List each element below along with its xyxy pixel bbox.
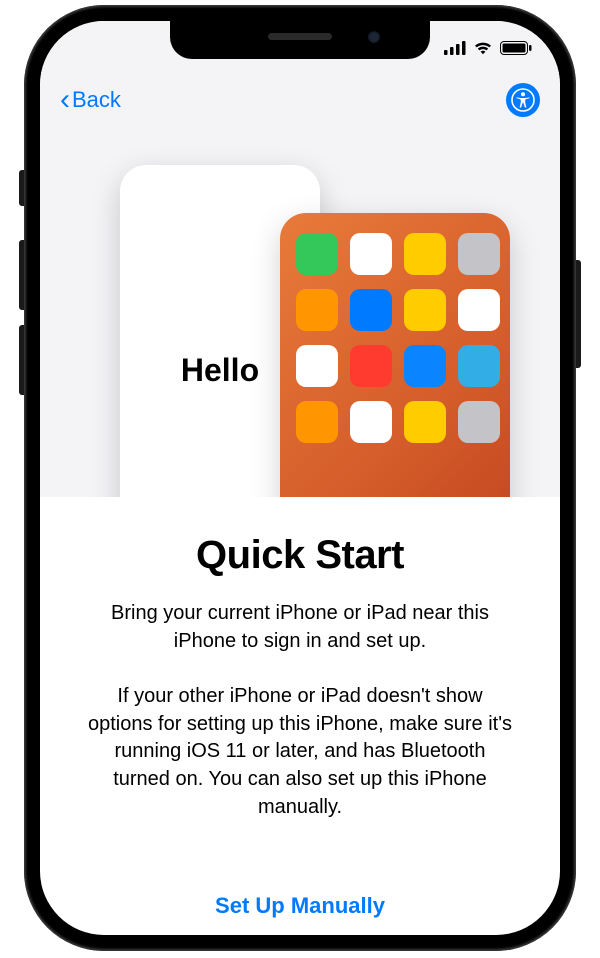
volume-up-button	[19, 240, 24, 310]
app-icon	[458, 289, 500, 331]
app-icon	[404, 401, 446, 443]
app-icon	[296, 289, 338, 331]
accessibility-icon	[511, 88, 535, 112]
back-label: Back	[72, 87, 121, 113]
side-button	[576, 260, 581, 368]
screen: ‹ Back Hello Quick Start Bring y	[40, 21, 560, 935]
earpiece-speaker	[268, 33, 332, 40]
battery-icon	[500, 41, 532, 55]
nav-bar: ‹ Back	[40, 75, 560, 125]
old-phone-illustration	[280, 213, 510, 497]
paragraph-1: Bring your current iPhone or iPad near t…	[84, 600, 516, 655]
content-area: Quick Start Bring your current iPhone or…	[40, 497, 560, 821]
app-icon	[350, 401, 392, 443]
app-icon	[296, 233, 338, 275]
app-icon	[404, 233, 446, 275]
silence-switch	[19, 170, 24, 206]
hero-illustration: Hello	[40, 125, 560, 497]
page-title: Quick Start	[84, 533, 516, 578]
app-icon-grid	[296, 233, 494, 443]
app-icon	[458, 401, 500, 443]
app-icon	[350, 233, 392, 275]
app-icon	[350, 289, 392, 331]
wifi-icon	[473, 41, 493, 55]
notch	[170, 21, 430, 59]
back-button[interactable]: ‹ Back	[60, 87, 121, 113]
accessibility-button[interactable]	[506, 83, 540, 117]
device-frame: ‹ Back Hello Quick Start Bring y	[24, 5, 576, 951]
app-icon	[404, 289, 446, 331]
cellular-signal-icon	[444, 41, 466, 55]
app-icon	[404, 345, 446, 387]
app-icon	[296, 401, 338, 443]
app-icon	[350, 345, 392, 387]
app-icon	[296, 345, 338, 387]
front-camera	[368, 31, 380, 43]
app-icon	[458, 233, 500, 275]
paragraph-2: If your other iPhone or iPad doesn't sho…	[84, 683, 516, 821]
hello-text: Hello	[181, 352, 259, 389]
app-icon	[458, 345, 500, 387]
volume-down-button	[19, 325, 24, 395]
set-up-manually-button[interactable]: Set Up Manually	[40, 883, 560, 929]
